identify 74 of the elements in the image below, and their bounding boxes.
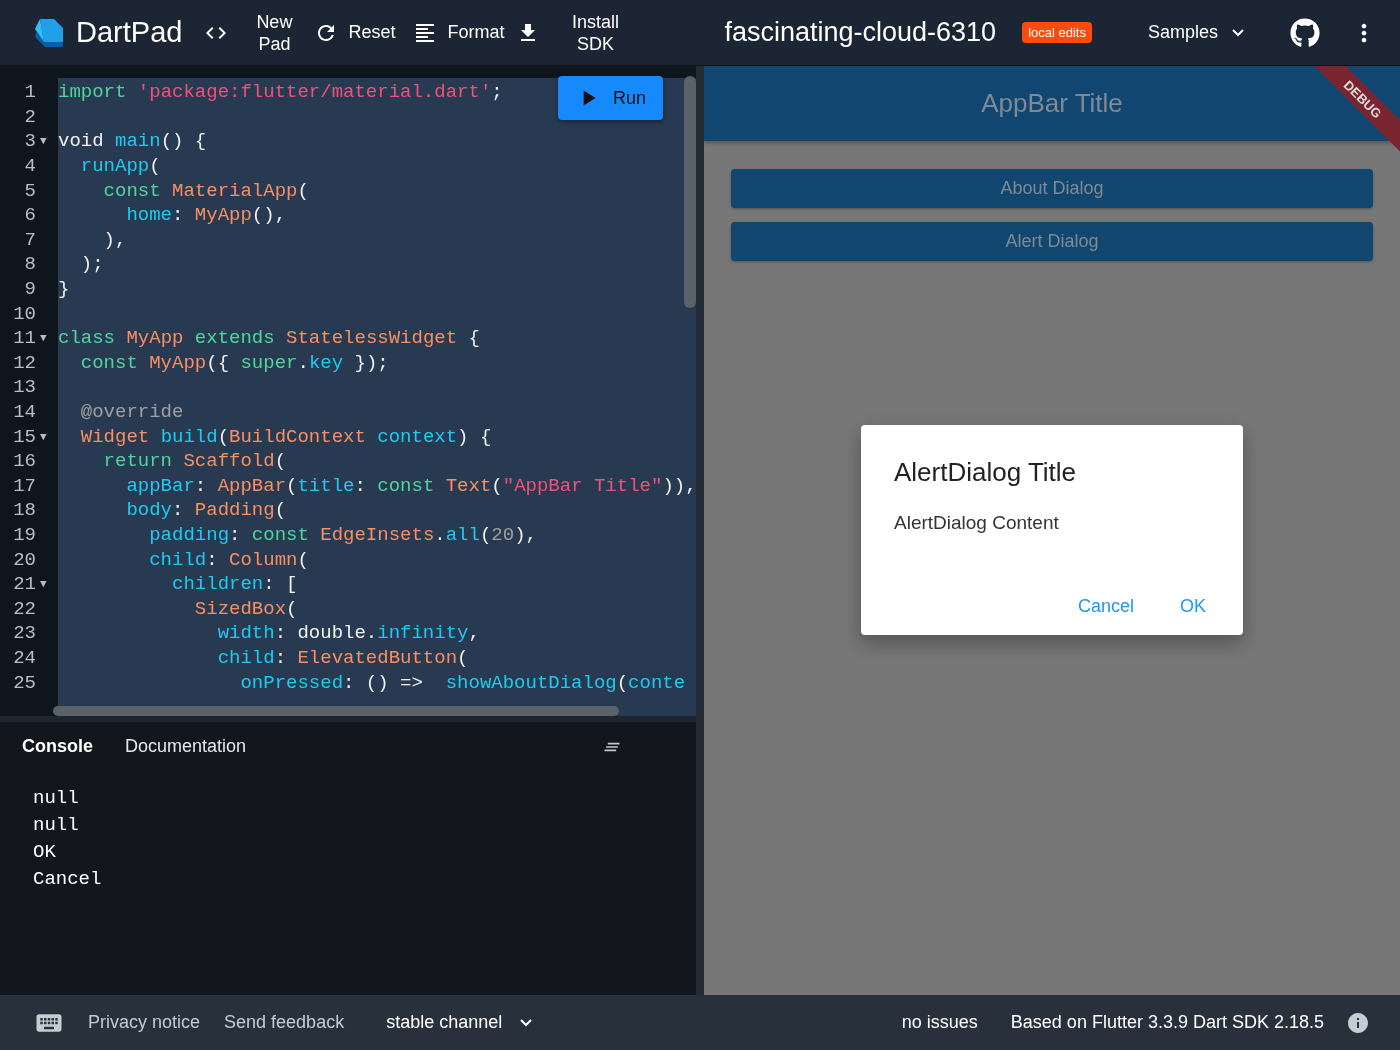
line-number: 25 — [12, 671, 36, 694]
code-line: runApp( — [79, 155, 161, 178]
dialog-title: AlertDialog Title — [894, 457, 1078, 488]
code-line: void main() { — [58, 130, 207, 153]
run-button[interactable]: Run — [558, 76, 663, 120]
line-number: 10 — [12, 302, 36, 325]
console-output: null — [33, 786, 80, 811]
code-line: import 'package:flutter/material.dart'; — [58, 81, 503, 104]
code-line: child: ElevatedButton( — [216, 646, 469, 669]
code-line: return Scaffold( — [102, 450, 287, 473]
code-line: const MyApp({ super.key }); — [79, 351, 389, 374]
line-number: 18 — [12, 499, 36, 522]
fold-arrow[interactable]: ▼ — [40, 578, 47, 591]
code-line: home: MyApp(), — [125, 204, 287, 227]
code-line: } — [58, 278, 70, 301]
format-button[interactable]: Format — [407, 20, 511, 45]
code-line: const MaterialApp( — [102, 179, 309, 202]
reset-button[interactable]: Reset — [308, 20, 402, 45]
line-number: 9 — [23, 278, 36, 301]
app-name: DartPad — [76, 16, 183, 49]
code-line: child: Column( — [148, 548, 309, 571]
line-number: 16 — [12, 450, 36, 473]
line-number: 22 — [12, 597, 36, 620]
line-number: 5 — [23, 179, 36, 202]
code-line: ); — [79, 253, 104, 276]
fold-arrow[interactable]: ▼ — [40, 332, 47, 345]
code-line: body: Padding( — [125, 499, 287, 522]
dialog-content: AlertDialog Content — [894, 512, 1060, 534]
line-number: 19 — [12, 524, 36, 546]
line-number: 15 — [12, 425, 36, 448]
line-number: 21 — [12, 573, 36, 596]
console-output: Cancel — [33, 867, 103, 892]
line-number: 14 — [12, 401, 36, 423]
line-number: 11 — [12, 327, 36, 350]
fold-arrow[interactable]: ▼ — [40, 430, 47, 443]
line-number: 6 — [23, 204, 36, 227]
line-number: 3 — [23, 130, 36, 153]
code-line: onPressed: () => showAboutDialog(conte — [239, 671, 686, 694]
pad-title: fascinating-cloud-6310 — [724, 17, 997, 48]
line-number: 1 — [23, 81, 36, 104]
line-number: 24 — [12, 646, 36, 669]
code-line: Widget build(BuildContext context) { — [79, 425, 492, 448]
line-number: 20 — [12, 548, 36, 571]
code-line: @override — [79, 401, 184, 423]
footer-link[interactable]: Privacy notice — [88, 1012, 201, 1033]
code-line: width: double.infinity, — [216, 622, 480, 645]
line-number: 17 — [12, 474, 36, 497]
code-line: padding: const EdgeInsets.all(20), — [148, 524, 537, 546]
line-number: 13 — [12, 376, 36, 399]
line-number: 12 — [12, 351, 36, 374]
console-tab[interactable]: Console — [22, 736, 93, 757]
line-number: 8 — [23, 253, 36, 276]
issues-status: no issues — [901, 1012, 978, 1033]
line-number: 4 — [23, 155, 36, 178]
line-number: 23 — [12, 622, 36, 645]
new-pad-button[interactable]: New Pad — [246, 10, 303, 55]
console-output: null — [33, 813, 80, 838]
code-line: appBar: AppBar(title: const Text("AppBar Title")), — [125, 474, 696, 497]
install-sdk-button[interactable]: Install SDK — [558, 10, 633, 55]
footer-link[interactable]: Send feedback — [224, 1012, 345, 1033]
console-tab[interactable]: Documentation — [125, 736, 247, 757]
samples-dropdown[interactable]: Samples — [1141, 21, 1250, 44]
fold-arrow[interactable]: ▼ — [40, 135, 47, 148]
app-bar-title: AppBar Title — [981, 88, 1123, 119]
code-line: class MyApp extends StatelessWidget { — [58, 327, 480, 350]
line-number: 2 — [23, 105, 36, 128]
console-output: OK — [33, 840, 57, 865]
line-number: 7 — [23, 228, 36, 251]
local-edits-badge: local edits — [1022, 22, 1092, 43]
channel-dropdown[interactable]: stable channel — [380, 1011, 539, 1034]
code-line: ), — [102, 228, 127, 251]
version-info: Based on Flutter 3.3.9 Dart SDK 2.18.5 — [1010, 1012, 1324, 1033]
code-line: children: [ — [171, 573, 298, 596]
code-line: SizedBox( — [193, 597, 298, 620]
